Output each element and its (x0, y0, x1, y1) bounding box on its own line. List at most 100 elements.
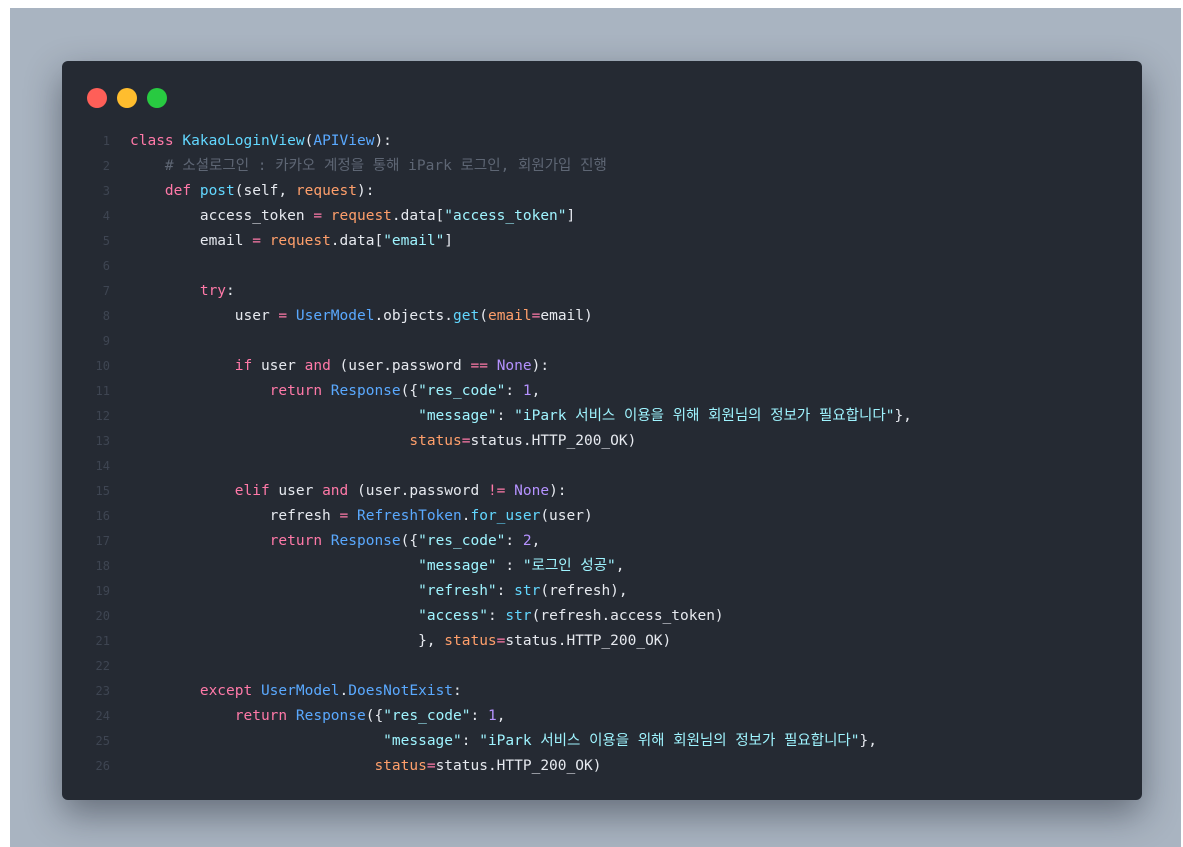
code-token: email) (540, 308, 593, 324)
line-number: 23 (95, 684, 110, 698)
line-number: 3 (102, 184, 110, 198)
code-line: 12 "message": "iPark 서비스 이용을 위해 회원님의 정보가… (62, 404, 1142, 429)
code-token: return (130, 708, 296, 724)
code-line: 16 refresh = RefreshToken.for_user(user) (62, 504, 1142, 529)
code-token: None (496, 358, 532, 374)
code-token: : (496, 558, 523, 574)
line-source: try: (130, 279, 235, 304)
code-line: 24 return Response({"res_code": 1, (62, 704, 1142, 729)
code-token: status (374, 758, 427, 774)
line-number: 18 (95, 559, 110, 573)
code-token: "refresh" (418, 583, 497, 599)
code-token: "access" (418, 608, 488, 624)
code-token: : (496, 583, 515, 599)
code-token: = (313, 208, 323, 224)
close-window-icon[interactable] (87, 88, 107, 108)
line-number: 17 (95, 534, 110, 548)
code-token: post (199, 183, 235, 199)
code-token: }, (130, 633, 445, 649)
code-line: 9 (62, 329, 1142, 354)
code-token: return (130, 383, 331, 399)
code-token: "res_code" (418, 383, 506, 399)
code-token: status.HTTP_200_OK) (435, 758, 602, 774)
code-line: 5 email = request.data["email"] (62, 229, 1142, 254)
code-line: 10 if user and (user.password == None): (62, 354, 1142, 379)
code-token: elif (130, 483, 279, 499)
code-line: 6 (62, 254, 1142, 279)
code-token: (user.password (348, 483, 488, 499)
code-token: user (278, 483, 323, 499)
maximize-window-icon[interactable] (147, 88, 167, 108)
code-token: get (453, 308, 480, 324)
code-token: class (130, 133, 183, 149)
code-token: = (252, 233, 261, 249)
line-number: 24 (95, 709, 110, 723)
line-source: "access": str(refresh.access_token) (130, 604, 724, 629)
line-number: 2 (102, 159, 110, 173)
code-line: 11 return Response({"res_code": 1, (62, 379, 1142, 404)
code-token: ({ (400, 533, 419, 549)
line-source: return Response({"res_code": 1, (130, 704, 506, 729)
code-token: ): (549, 483, 567, 499)
code-token: request (269, 233, 331, 249)
code-token: "message" (418, 558, 497, 574)
code-token: user (130, 308, 279, 324)
code-token: and (322, 483, 349, 499)
code-token: request (295, 183, 357, 199)
line-source: status=status.HTTP_200_OK) (130, 429, 636, 454)
code-token: .data[ (391, 208, 445, 224)
code-token: 1 (487, 708, 497, 724)
line-number: 26 (95, 759, 110, 773)
line-number: 7 (102, 284, 110, 298)
line-source: access_token = request.data["access_toke… (130, 204, 575, 229)
minimize-window-icon[interactable] (117, 88, 137, 108)
code-line: 25 "message": "iPark 서비스 이용을 위해 회원님의 정보가… (62, 729, 1142, 754)
code-token: : (453, 683, 462, 699)
code-line: 18 "message" : "로그인 성공", (62, 554, 1142, 579)
code-token: : (505, 383, 523, 399)
code-token: KakaoLoginView (182, 133, 305, 149)
code-token: (refresh), (540, 583, 628, 599)
code-token: != (487, 483, 506, 499)
line-number: 19 (95, 584, 110, 598)
code-token: : (505, 533, 523, 549)
code-token: , (496, 708, 506, 724)
code-token: "access_token" (444, 208, 567, 224)
code-token: status (444, 633, 497, 649)
code-token: (user.password (330, 358, 471, 374)
code-token: email (487, 308, 532, 324)
code-token: DoesNotExist (348, 683, 454, 699)
line-source: elif user and (user.password != None): (130, 479, 567, 504)
line-source: "refresh": str(refresh), (130, 579, 628, 604)
line-source: user = UserModel.objects.get(email=email… (130, 304, 593, 329)
line-source: return Response({"res_code": 1, (130, 379, 541, 404)
code-token: ({ (365, 708, 384, 724)
code-line: 17 return Response({"res_code": 2, (62, 529, 1142, 554)
code-token: request (330, 208, 392, 224)
code-token: status.HTTP_200_OK) (505, 633, 672, 649)
code-token: APIView (313, 133, 375, 149)
code-token: "로그인 성공" (522, 558, 616, 574)
line-number: 16 (95, 509, 110, 523)
code-token: ] (566, 208, 576, 224)
code-line: 13 status=status.HTTP_200_OK) (62, 429, 1142, 454)
line-source: def post(self, request): (130, 179, 375, 204)
code-line: 8 user = UserModel.objects.get(email=ema… (62, 304, 1142, 329)
code-token: : (470, 708, 488, 724)
line-number: 4 (102, 209, 110, 223)
code-line: 2 # 소셜로그인 : 카카오 계정을 통해 iPark 로그인, 회원가입 진… (62, 154, 1142, 179)
code-token: Response (330, 533, 401, 549)
code-token: 2 (522, 533, 532, 549)
code-token: }, (859, 733, 877, 749)
code-token: and (304, 358, 331, 374)
code-token: "message" (418, 408, 497, 424)
code-token: Response (330, 383, 401, 399)
line-number: 9 (102, 334, 110, 348)
line-source: "message": "iPark 서비스 이용을 위해 회원님의 정보가 필요… (130, 404, 912, 429)
